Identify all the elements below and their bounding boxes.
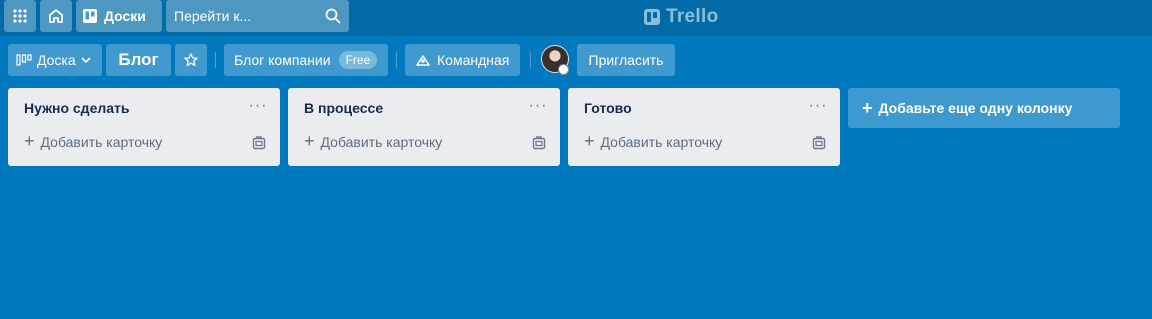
plus-icon: + (584, 131, 595, 151)
card-template-icon[interactable] (252, 136, 266, 150)
add-list-label: Добавьте еще одну колонку (878, 100, 1073, 116)
card-template-icon[interactable] (812, 136, 826, 150)
list-column[interactable]: В процессе ··· + Добавить карточку (288, 88, 560, 166)
board-view-label: Доска (37, 52, 76, 68)
header-divider (396, 52, 397, 68)
chevron-down-icon (81, 57, 91, 64)
search-input[interactable] (174, 8, 325, 24)
header-divider (530, 52, 531, 68)
add-card-button[interactable]: + Добавить карточку (304, 131, 443, 151)
logo-text: Trello (666, 6, 719, 27)
list-column[interactable]: Готово ··· + Добавить карточку (568, 88, 840, 166)
header-divider (215, 52, 216, 68)
trello-logo[interactable]: Trello (644, 5, 718, 29)
home-icon (49, 9, 63, 23)
team-label: Блог компании (234, 52, 331, 68)
plan-badge: Free (338, 51, 378, 69)
add-list-button[interactable]: + Добавьте еще одну колонку (848, 88, 1120, 128)
top-header: Доски Trello (0, 0, 1152, 36)
visibility-button[interactable]: Командная (405, 44, 520, 76)
visibility-label: Командная (437, 52, 510, 68)
invite-button[interactable]: Пригласить (577, 44, 675, 76)
board-view-switcher[interactable]: Доска (8, 44, 102, 76)
board-title-text: Блог (118, 50, 159, 69)
admin-badge-icon (558, 64, 569, 75)
list-menu-icon[interactable]: ··· (526, 96, 550, 116)
star-board-button[interactable] (175, 44, 207, 76)
list-column[interactable]: Нужно сделать ··· + Добавить карточку (8, 88, 280, 166)
card-template-icon[interactable] (532, 136, 546, 150)
invite-label: Пригласить (588, 52, 664, 68)
add-card-button[interactable]: + Добавить карточку (24, 131, 163, 151)
trello-logo-icon (644, 9, 660, 25)
boards-icon (83, 9, 97, 23)
add-card-label: Добавить карточку (40, 134, 163, 150)
add-card-label: Добавить карточку (600, 134, 723, 150)
list-title[interactable]: Нужно сделать (24, 100, 130, 116)
search-icon[interactable] (325, 8, 341, 24)
add-card-label: Добавить карточку (320, 134, 443, 150)
plus-icon: + (862, 98, 873, 118)
list-menu-icon[interactable]: ··· (806, 96, 830, 116)
board-title[interactable]: Блог (106, 44, 171, 76)
list-title[interactable]: В процессе (304, 100, 383, 116)
list-title[interactable]: Готово (584, 100, 632, 116)
boards-button[interactable]: Доски (76, 0, 162, 32)
plus-icon: + (24, 131, 35, 151)
star-icon (184, 53, 198, 67)
list-menu-icon[interactable]: ··· (246, 96, 270, 116)
apps-grid-icon (13, 9, 27, 23)
plus-icon: + (304, 131, 315, 151)
apps-button[interactable] (4, 0, 36, 32)
team-visibility-icon (416, 55, 430, 66)
boards-label: Доски (104, 8, 146, 24)
board-view-icon (16, 54, 32, 66)
team-button[interactable]: Блог компании Free (224, 44, 388, 76)
home-button[interactable] (40, 0, 72, 32)
search-box[interactable] (166, 0, 349, 32)
add-card-button[interactable]: + Добавить карточку (584, 131, 723, 151)
